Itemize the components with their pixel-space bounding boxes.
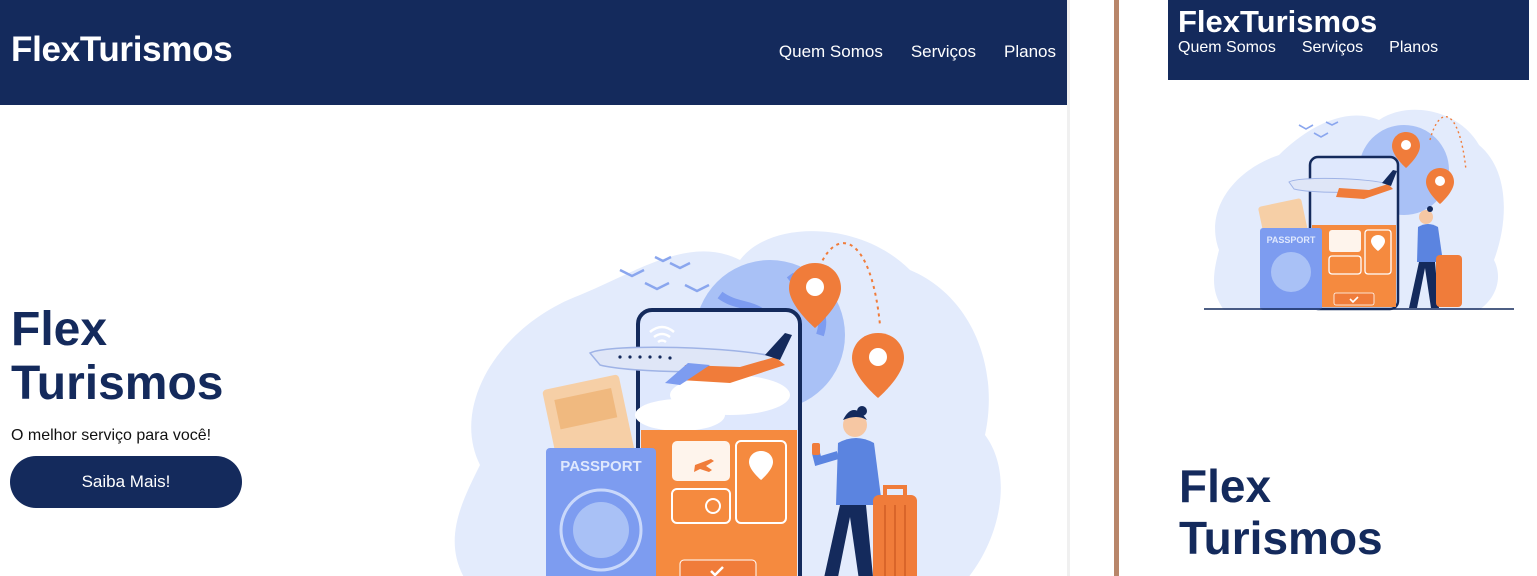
hero-title-line2: Turismos <box>1179 512 1383 564</box>
nav-link-servicos[interactable]: Serviços <box>1302 39 1363 57</box>
passport-label: PASSPORT <box>1267 235 1316 245</box>
desktop-viewport: FlexTurismos Quem Somos Serviços Planos … <box>0 0 1070 576</box>
travel-illustration: PASSPORT <box>1204 109 1514 311</box>
mobile-viewport: FlexTurismos Quem Somos Serviços Planos <box>1168 0 1529 576</box>
globe-icon <box>1271 252 1311 292</box>
boarding-pass-card <box>1329 230 1361 252</box>
nav-links: Quem Somos Serviços Planos <box>1178 39 1438 57</box>
travel-illustration: PASSPORT <box>454 231 1001 576</box>
brand-logo[interactable]: FlexTurismos <box>1178 4 1377 40</box>
nav-link-planos[interactable]: Planos <box>1004 42 1056 62</box>
hero-subtitle: O melhor serviço para você! <box>11 427 212 444</box>
nav-link-servicos[interactable]: Serviços <box>911 42 976 62</box>
hero-title: Flex Turismos <box>1179 460 1383 564</box>
hero-title-line2: Turismos <box>11 357 224 410</box>
saiba-mais-button[interactable]: Saiba Mais! <box>10 456 242 508</box>
suitcase-icon <box>1436 255 1462 307</box>
nav-link-quem-somos[interactable]: Quem Somos <box>779 42 883 62</box>
hero-title: Flex Turismos <box>11 303 223 411</box>
nav-links: Quem Somos Serviços Planos <box>779 42 1056 62</box>
hero-title-line1: Flex <box>1179 460 1272 512</box>
passport-label: PASSPORT <box>560 458 641 475</box>
nav-link-quem-somos[interactable]: Quem Somos <box>1178 39 1276 57</box>
navbar: FlexTurismos Quem Somos Serviços Planos <box>0 0 1067 105</box>
boarding-pass-card <box>672 441 730 481</box>
hero-title-line1: Flex <box>11 303 108 356</box>
brand-logo[interactable]: FlexTurismos <box>11 30 233 70</box>
viewport-divider <box>1114 0 1119 576</box>
nav-link-planos[interactable]: Planos <box>1389 39 1438 57</box>
navbar: FlexTurismos Quem Somos Serviços Planos <box>1168 0 1529 80</box>
screenshot-stage: FlexTurismos Quem Somos Serviços Planos … <box>0 0 1537 576</box>
